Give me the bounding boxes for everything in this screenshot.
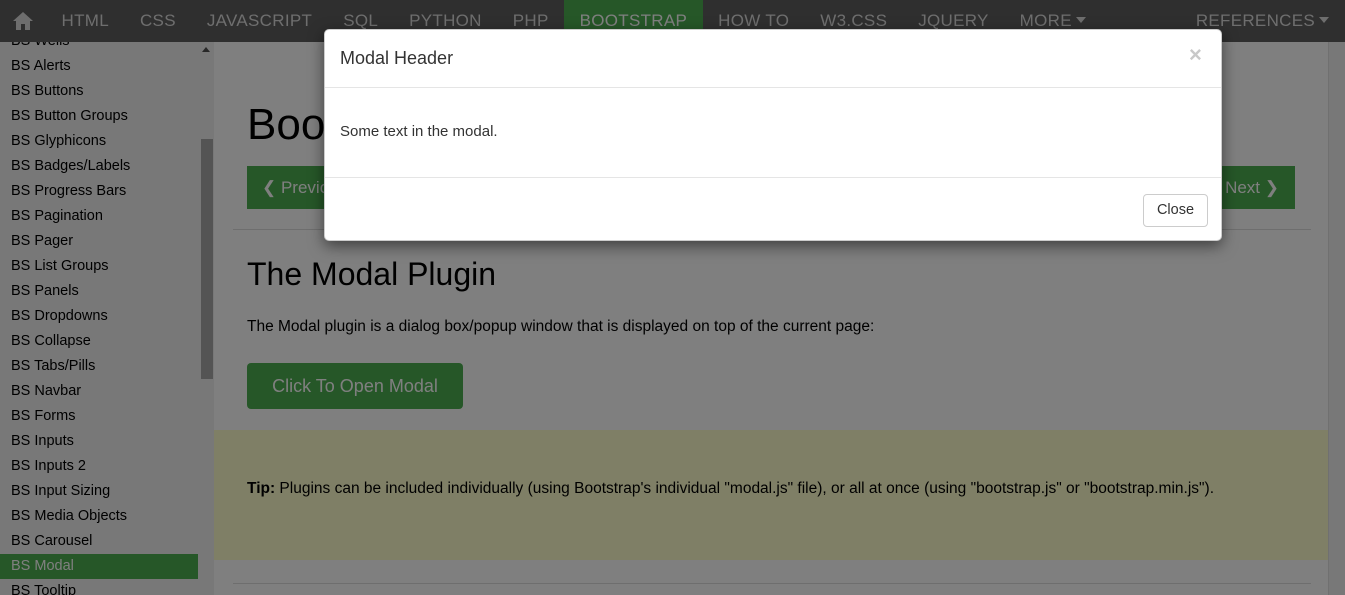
modal-title: Modal Header (340, 48, 454, 68)
modal-body-text: Some text in the modal. (340, 123, 498, 140)
modal-footer: Close (325, 177, 1221, 240)
modal-dialog: Modal Header × Some text in the modal. C… (324, 29, 1222, 241)
close-icon[interactable]: × (1189, 42, 1202, 68)
modal-header: Modal Header × (325, 30, 1221, 88)
close-button[interactable]: Close (1143, 194, 1208, 227)
